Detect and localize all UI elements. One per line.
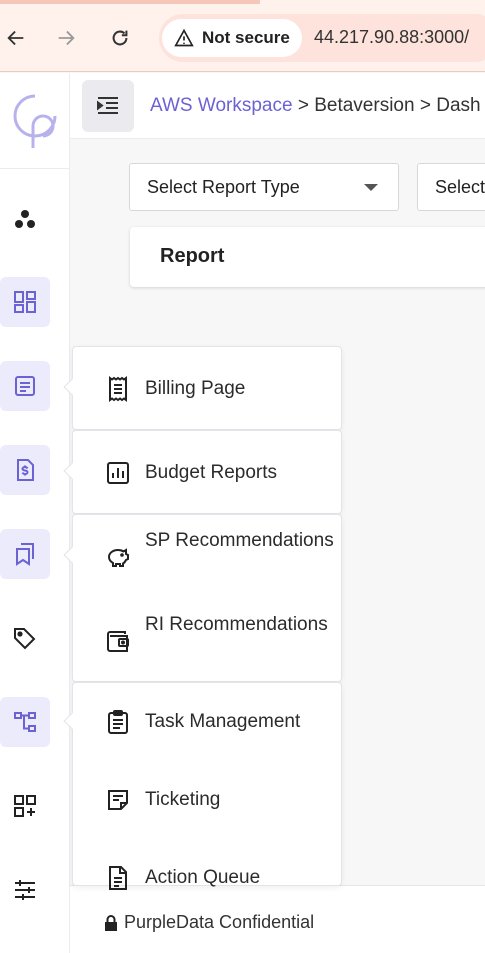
sidebar-item-tags[interactable] [0, 613, 50, 663]
secondary-select-value: Select [435, 177, 485, 197]
security-chip[interactable]: Not secure [162, 19, 302, 57]
menu-label: Billing Page [145, 378, 246, 399]
breadcrumb-separator: > [297, 95, 309, 116]
menu-label: Action Queue [145, 867, 261, 888]
piggy-bank-icon [107, 548, 129, 567]
sliders-icon [15, 880, 35, 900]
menu-item-task-management[interactable]: Task Management [73, 683, 341, 761]
url-text[interactable]: 44.217.90.88:3000/ [314, 27, 469, 48]
sidebar-item-settings[interactable] [0, 865, 50, 915]
menu-label: RI Recommendations [145, 614, 328, 635]
sidebar [0, 73, 70, 953]
wallet-icon [107, 631, 129, 652]
breadcrumb-workspace[interactable]: AWS Workspace [150, 95, 293, 116]
app: AWS Workspace > Betaversion > Dash Selec… [0, 73, 485, 953]
menu-label: Ticketing [145, 789, 221, 810]
breadcrumb-separator: > [419, 95, 431, 116]
top-header: AWS Workspace > Betaversion > Dash [70, 73, 485, 139]
menu-label: SP Recommendations [145, 530, 334, 551]
report-type-value: Select Report Type [147, 177, 300, 197]
document-list-icon [15, 376, 35, 396]
reload-icon [112, 30, 128, 46]
sidebar-item-recommendations[interactable] [0, 529, 50, 579]
reload-button[interactable] [104, 22, 136, 54]
tag-icon [14, 628, 36, 650]
sidebar-item-workflow[interactable] [0, 697, 50, 747]
document-icon [109, 866, 127, 890]
logo[interactable] [0, 73, 70, 169]
bar-chart-icon [107, 462, 129, 484]
menu-item-budget-reports[interactable]: Budget Reports [73, 431, 341, 515]
clipboard-icon [108, 710, 128, 734]
sidebar-item-budget[interactable] [0, 445, 50, 495]
recommendations-flyout: SP Recommendations RI Recommendations [63, 514, 342, 683]
cluster-dots-icon [15, 210, 35, 228]
sidebar-item-billing[interactable] [0, 361, 50, 411]
menu-item-sp-recommendations[interactable]: SP Recommendations [73, 515, 341, 599]
menu-item-ticketing[interactable]: Ticketing [73, 761, 341, 839]
browser-toolbar: Not secure 44.217.90.88:3000/ [0, 0, 485, 72]
sidebar-item-dashboard[interactable] [0, 277, 50, 327]
menu-item-action-queue[interactable]: Action Queue [73, 839, 341, 917]
menu-label: Task Management [145, 711, 301, 732]
forward-button[interactable] [50, 22, 82, 54]
arrow-right-icon [58, 30, 75, 46]
sidebar-item-add-widget[interactable] [0, 781, 50, 831]
ticket-note-icon [108, 790, 128, 810]
menu-item-billing-page[interactable]: Billing Page [73, 347, 341, 431]
breadcrumb: AWS Workspace > Betaversion > Dash [150, 95, 481, 117]
browser-tab-strip [0, 0, 260, 4]
warning-icon [174, 28, 194, 47]
report-title: Report [160, 245, 225, 267]
menu-indent-icon [97, 97, 118, 114]
hierarchy-icon [14, 712, 36, 732]
grid-add-icon [14, 795, 36, 817]
report-type-select[interactable]: Select Report Type [129, 163, 399, 211]
budget-flyout: Budget Reports [63, 430, 342, 515]
chevron-down-icon [364, 184, 378, 191]
dashboard-icon [14, 291, 36, 313]
bookmarks-icon [16, 543, 34, 566]
arrow-left-icon [7, 30, 24, 46]
report-card: Report [130, 227, 485, 287]
security-label: Not secure [202, 28, 290, 47]
menu-label: Budget Reports [145, 462, 278, 483]
receipt-icon [109, 376, 127, 402]
invoice-dollar-icon [17, 459, 34, 481]
workflow-flyout: Task Management Ticketing Action Queue [63, 682, 342, 890]
breadcrumb-page[interactable]: Dash [436, 95, 480, 116]
menu-item-ri-recommendations[interactable]: RI Recommendations [73, 599, 341, 683]
sidebar-item-workspaces[interactable] [0, 195, 50, 245]
breadcrumb-project[interactable]: Betaversion [314, 95, 414, 116]
back-button[interactable] [0, 22, 32, 54]
brand-logo-icon [13, 94, 57, 148]
billing-flyout: Billing Page [63, 346, 342, 431]
menu-toggle-button[interactable] [82, 80, 134, 132]
secondary-select[interactable]: Select [417, 163, 485, 211]
